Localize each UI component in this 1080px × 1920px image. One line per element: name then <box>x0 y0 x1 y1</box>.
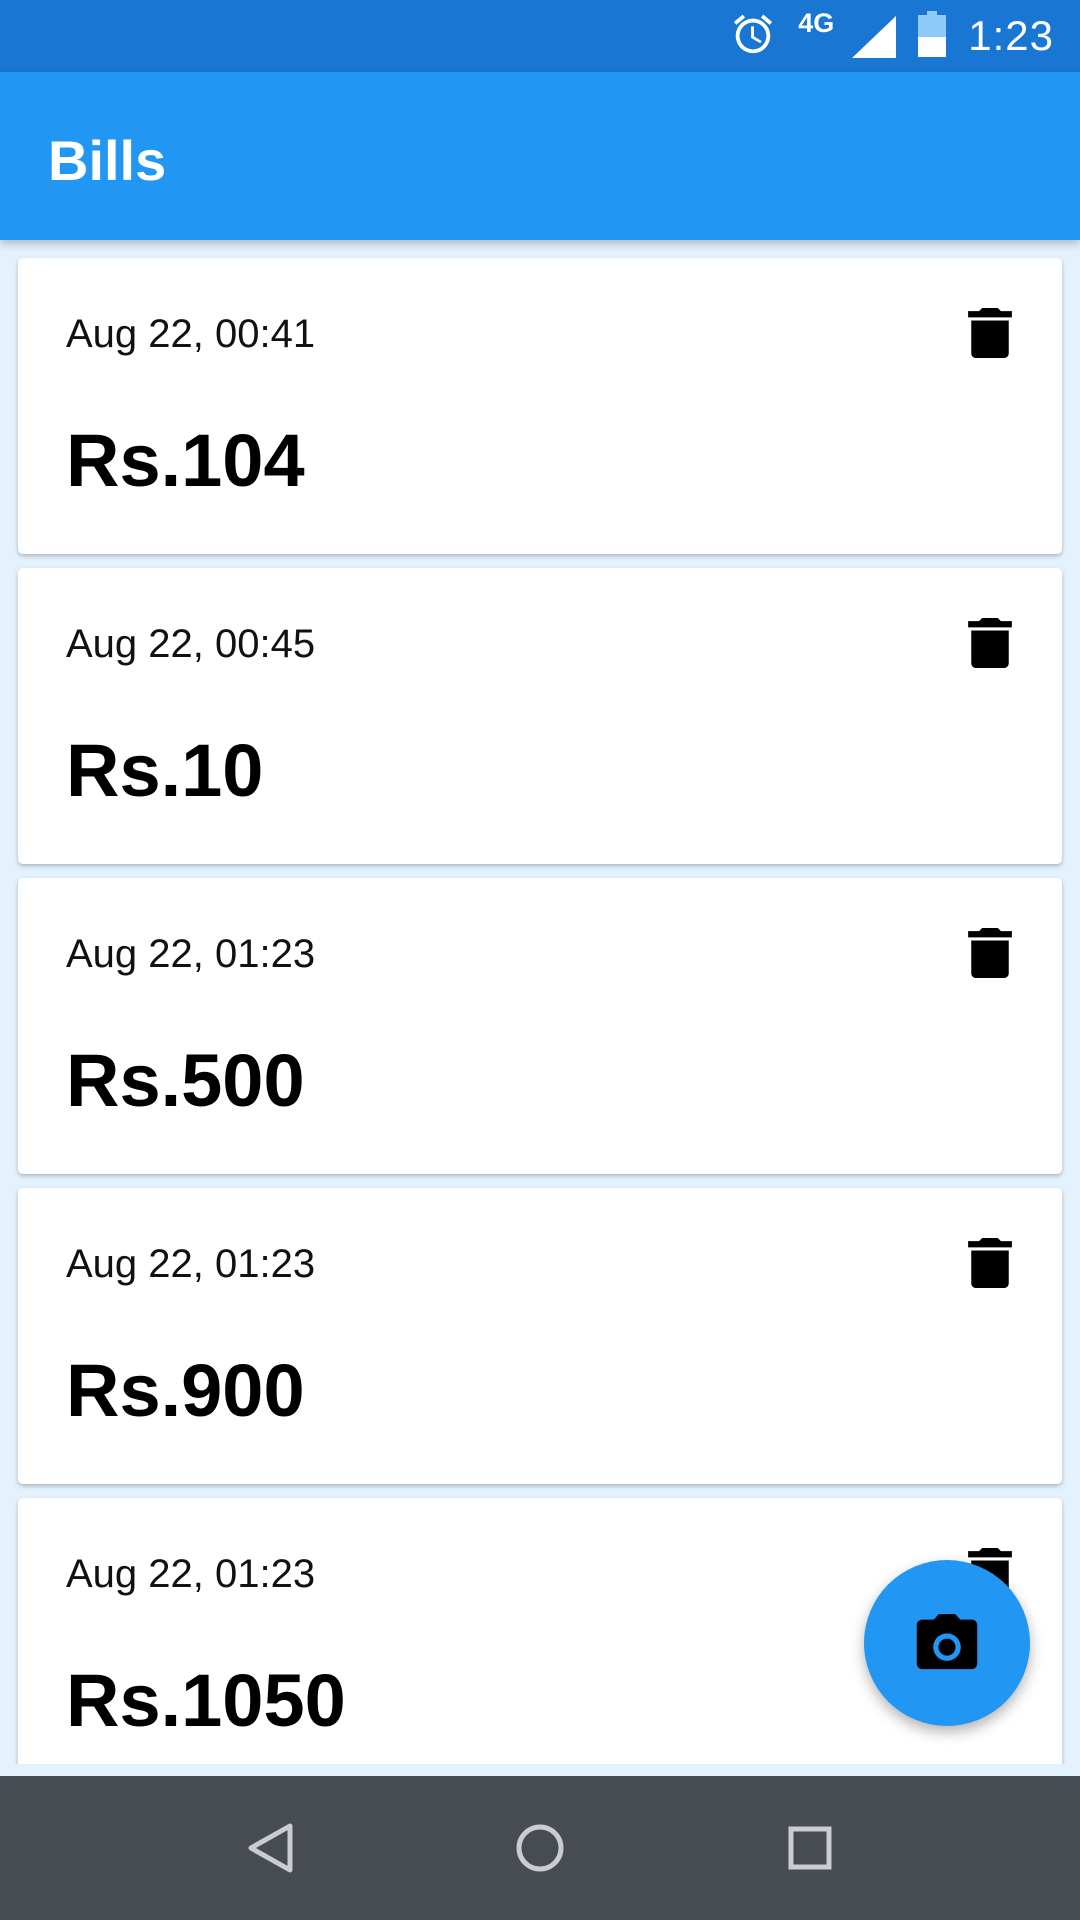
bill-amount: Rs.900 <box>66 1349 305 1432</box>
bill-card[interactable]: Aug 22, 01:23 Rs.900 <box>18 1188 1062 1484</box>
camera-icon <box>916 1614 978 1670</box>
recents-button[interactable] <box>774 1812 846 1884</box>
home-button[interactable] <box>504 1812 576 1884</box>
screen: 4G 1:23 Bills Aug 22, 00:41 Rs.104 Aug 2… <box>0 0 1080 1920</box>
delete-button[interactable] <box>968 308 1012 358</box>
alarm-icon <box>730 11 776 62</box>
bill-date: Aug 22, 00:45 <box>66 622 316 666</box>
bill-card[interactable]: Aug 22, 00:45 Rs.10 <box>18 568 1062 864</box>
home-icon <box>516 1824 564 1872</box>
page-title: Bills <box>48 129 167 192</box>
bill-amount: Rs.500 <box>66 1039 305 1122</box>
status-time: 1:23 <box>968 12 1054 59</box>
bill-amount: Rs.104 <box>66 419 305 502</box>
delete-icon <box>968 308 1012 358</box>
bill-card[interactable]: Aug 22, 00:41 Rs.104 <box>18 258 1062 554</box>
delete-icon <box>968 928 1012 978</box>
signal-indicator: 4G <box>798 8 897 60</box>
back-icon <box>248 1823 293 1873</box>
bill-date: Aug 22, 01:23 <box>66 1242 316 1286</box>
app-bar: Bills <box>0 72 1080 240</box>
bill-card[interactable]: Aug 22, 01:23 Rs.500 <box>18 878 1062 1174</box>
delete-button[interactable] <box>968 618 1012 668</box>
bill-date: Aug 22, 01:23 <box>66 1552 316 1596</box>
bill-list[interactable]: Aug 22, 00:41 Rs.104 Aug 22, 00:45 Rs.10… <box>0 240 1080 1764</box>
battery-icon <box>918 10 947 62</box>
bill-date: Aug 22, 01:23 <box>66 932 316 976</box>
network-type-label: 4G <box>798 8 835 38</box>
delete-button[interactable] <box>968 928 1012 978</box>
status-icons: 4G 1:23 <box>730 0 1054 72</box>
delete-button[interactable] <box>968 1238 1012 1288</box>
signal-icon <box>852 16 897 58</box>
bill-date: Aug 22, 00:41 <box>66 312 316 356</box>
camera-fab-button[interactable] <box>864 1560 1030 1726</box>
bill-amount: Rs.1050 <box>66 1659 346 1742</box>
delete-icon <box>968 618 1012 668</box>
recents-icon <box>788 1826 832 1870</box>
delete-icon <box>968 1238 1012 1288</box>
back-button[interactable] <box>234 1812 306 1884</box>
status-bar: 4G 1:23 <box>0 0 1080 72</box>
navigation-bar <box>0 1776 1080 1920</box>
bill-amount: Rs.10 <box>66 729 264 812</box>
